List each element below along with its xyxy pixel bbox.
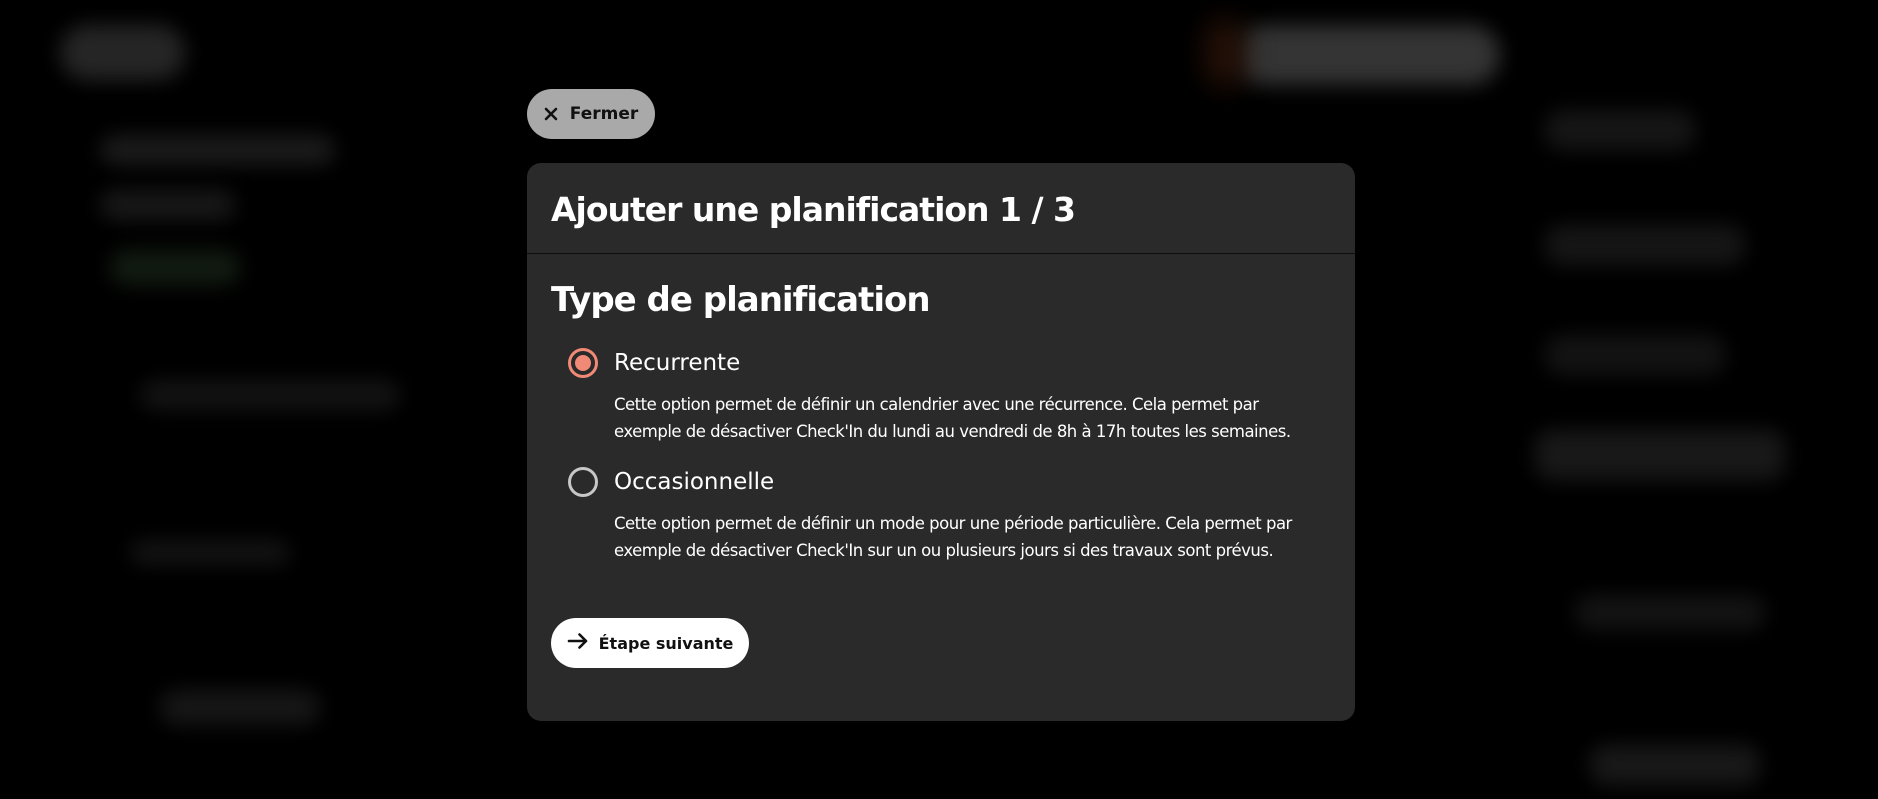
close-button[interactable]: Fermer <box>527 89 655 139</box>
option-recurrente[interactable]: Recurrente Cette option permet de défini… <box>551 348 1331 445</box>
radio-recurrente[interactable] <box>568 348 598 378</box>
radio-occasionnelle[interactable] <box>568 467 598 497</box>
modal-header: Ajouter une planification 1 / 3 <box>527 163 1355 254</box>
modal-title: Ajouter une planification 1 / 3 <box>551 189 1076 229</box>
next-step-button[interactable]: Étape suivante <box>551 618 749 668</box>
screen: Fermer Ajouter une planification 1 / 3 T… <box>0 0 1878 799</box>
option-label: Occasionnelle <box>614 469 775 495</box>
close-button-label: Fermer <box>569 104 639 124</box>
next-step-label: Étape suivante <box>598 633 734 653</box>
section-title: Type de planification <box>551 280 931 320</box>
schedule-modal: Ajouter une planification 1 / 3 Type de … <box>527 163 1355 721</box>
option-occasionnelle[interactable]: Occasionnelle Cette option permet de déf… <box>551 467 1331 564</box>
arrow-right-icon <box>567 633 589 653</box>
option-description: Cette option permet de définir un mode p… <box>614 514 1292 560</box>
modal-body: Type de planification Recurrente Cette o… <box>527 254 1355 564</box>
close-icon <box>544 107 558 121</box>
option-description: Cette option permet de définir un calend… <box>614 395 1291 441</box>
option-label: Recurrente <box>614 350 741 376</box>
